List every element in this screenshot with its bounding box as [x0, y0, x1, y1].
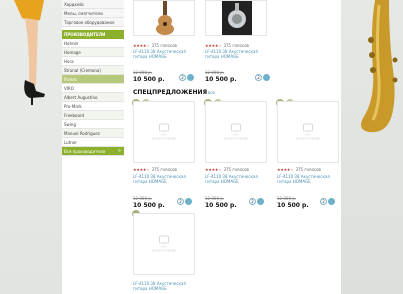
product-image-frame[interactable]: [205, 0, 267, 36]
votes-count: 375 голосов: [223, 167, 249, 172]
no-photo-placeholder: НЕТ ИЗОБРАЖЕНИЯ: [293, 123, 323, 141]
sidebar-item-manuel-rodriguez[interactable]: Manuel Rodriguez: [62, 129, 124, 138]
old-price: 12 000 р.: [205, 196, 225, 201]
old-price: 12 000 р.: [133, 70, 153, 75]
product-name-link[interactable]: LF-4110 38 Акустическая гитара HOMAGE: [205, 174, 263, 184]
old-price: 12 000 р.: [277, 196, 297, 201]
votes-count: 375 голосов: [151, 43, 177, 48]
brands-header: ПРОИЗВОДИТЕЛИ: [62, 30, 124, 39]
cart-icon[interactable]: [185, 198, 192, 205]
price: 10 500 р.: [205, 202, 237, 209]
no-photo-placeholder: НЕТ ИЗОБРАЖЕНИЯ: [149, 235, 179, 253]
sidebar-item-hardcase[interactable]: Хардкейс: [62, 0, 124, 9]
rating-stars: ★★★★★ 375 голосов: [205, 43, 249, 48]
price: 10 500 р.: [277, 202, 309, 209]
sidebar-item-lutner[interactable]: Lutner: [62, 138, 124, 147]
all-specials-link[interactable]: все: [208, 90, 215, 95]
old-price: 12 000 р.: [205, 70, 225, 75]
sidebar-item-swing[interactable]: Swing: [62, 120, 124, 129]
sidebar-item-albert-augustino[interactable]: Albert Augustino: [62, 93, 124, 102]
sidebar-item-chalk[interactable]: Мелы, смягчители: [62, 9, 124, 18]
product-image-frame[interactable]: [133, 0, 195, 36]
rating-stars: ★★★★★ 375 голосов: [133, 43, 177, 48]
quantity-field[interactable]: 2: [249, 198, 256, 205]
product-image-frame[interactable]: НЕТ ИЗОБРАЖЕНИЯ: [277, 101, 339, 163]
quantity-field[interactable]: 2: [177, 198, 184, 205]
product-name-link[interactable]: LF-4110 38 Акустическая гитара HOMAGE: [133, 281, 191, 291]
camera-icon: [159, 235, 169, 244]
price: 10 500 р.: [133, 76, 165, 83]
cart-icon[interactable]: [187, 74, 194, 81]
all-brands-link[interactable]: Все производители »: [62, 147, 124, 156]
cart-icon[interactable]: [328, 198, 335, 205]
sidebar-item-pro-mark[interactable]: Pro-Mark: [62, 102, 124, 111]
camera-icon: [159, 123, 169, 132]
quantity-field[interactable]: 2: [255, 74, 262, 81]
product-name-link[interactable]: LF-4110 38 Акустическая гитара HOMAGE: [133, 49, 191, 59]
rating-stars: ★★★★★ 375 голосов: [205, 167, 249, 172]
sidebar-item-freeboard[interactable]: Freeboard: [62, 111, 124, 120]
product-image-frame[interactable]: НЕТ ИЗОБРАЖЕНИЯ: [133, 213, 195, 275]
rating-stars: ★★★★★ 375 голосов: [277, 167, 321, 172]
product-name-link[interactable]: LF-4110 38 Акустическая гитара HOMAGE: [205, 49, 263, 59]
votes-count: 375 голосов: [151, 167, 177, 172]
guitar-image: [156, 1, 174, 35]
votes-count: 375 голосов: [223, 43, 249, 48]
price: 10 500 р.: [133, 202, 165, 209]
product-name-link[interactable]: LF-4110 38 Акустическая гитара HOMAGE: [277, 174, 335, 184]
chevron-right-icon: »: [117, 148, 121, 154]
decorative-leg-image: [14, 0, 45, 105]
sidebar-item-strunal[interactable]: Strunal (Cremona): [62, 66, 124, 75]
old-price: 12 000 р.: [133, 196, 153, 201]
decorative-saxophone-image: [361, 0, 398, 133]
sidebar-item-store-equipment[interactable]: Торговое оборудование: [62, 18, 124, 27]
instrument-image: [222, 1, 252, 35]
sidebar-item-viro[interactable]: VIRO: [62, 84, 124, 93]
sidebar-item-hora[interactable]: Hora: [62, 57, 124, 66]
all-brands-label: Все производители: [64, 149, 106, 154]
camera-icon: [231, 123, 241, 132]
main-content: ★★★★★ 375 голосов LF-4110 38 Акустическая…: [124, 0, 341, 294]
votes-count: 375 голосов: [295, 167, 321, 172]
section-title: СПЕЦПРЕДЛОЖЕНИЯ: [133, 89, 208, 96]
no-photo-placeholder: НЕТ ИЗОБРАЖЕНИЯ: [149, 123, 179, 141]
sidebar: Хардкейс Мелы, смягчители Торговое обору…: [62, 0, 124, 294]
sidebar-item-hohner[interactable]: Hohner: [62, 39, 124, 48]
camera-icon: [303, 123, 313, 132]
product-name-link[interactable]: LF-4110 38 Акустическая гитара HOMAGE: [133, 174, 191, 184]
no-photo-placeholder: НЕТ ИЗОБРАЖЕНИЯ: [221, 123, 251, 141]
sidebar-item-parkes[interactable]: Parkes: [62, 75, 124, 84]
sidebar-item-homage[interactable]: Homage: [62, 48, 124, 57]
rating-stars: ★★★★★ 375 голосов: [133, 167, 177, 172]
cart-icon[interactable]: [263, 74, 270, 81]
product-image-frame[interactable]: НЕТ ИЗОБРАЖЕНИЯ: [133, 101, 195, 163]
price: 10 500 р.: [205, 76, 237, 83]
quantity-field[interactable]: 2: [179, 74, 186, 81]
quantity-field[interactable]: 2: [320, 198, 327, 205]
product-image-frame[interactable]: НЕТ ИЗОБРАЖЕНИЯ: [205, 101, 267, 163]
cart-icon[interactable]: [257, 198, 264, 205]
